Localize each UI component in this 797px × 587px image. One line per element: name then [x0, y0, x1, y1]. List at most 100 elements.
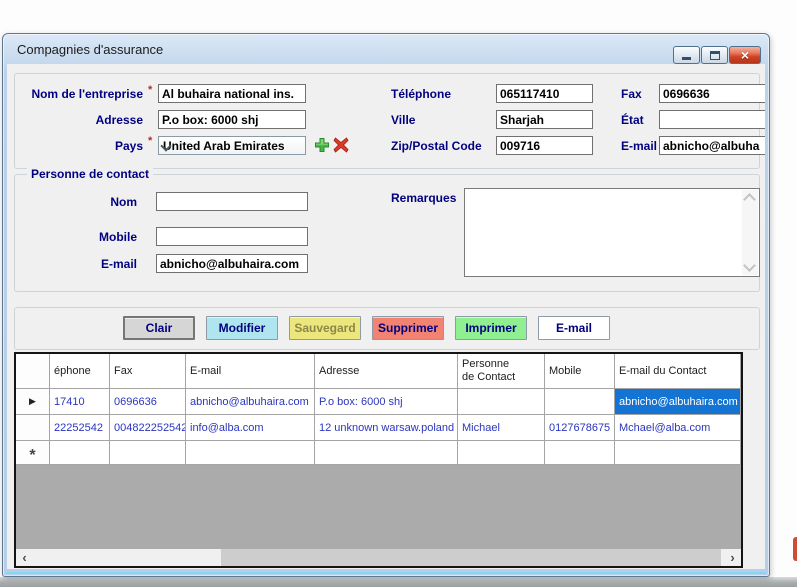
email-label: E-mail	[621, 139, 661, 153]
clear-button[interactable]: Clair	[123, 316, 195, 340]
chevron-down-icon	[743, 259, 756, 272]
column-header[interactable]: Mobile	[545, 354, 615, 388]
data-grid: éphoneFaxE-mailAdressePersonne de Contac…	[14, 352, 743, 568]
email-button[interactable]: E-mail	[538, 316, 610, 340]
country-label: Pays	[13, 139, 143, 153]
grid-cell[interactable]	[458, 389, 545, 414]
state-input[interactable]	[659, 110, 765, 129]
contact-email-input[interactable]	[156, 254, 308, 273]
grid-header-row: éphoneFaxE-mailAdressePersonne de Contac…	[16, 354, 741, 389]
grid-cell[interactable]: Michael	[458, 415, 545, 440]
contact-email-label: E-mail	[13, 257, 137, 271]
fax-input[interactable]	[659, 84, 765, 103]
email-input[interactable]	[659, 136, 765, 155]
required-asterisk: *	[148, 84, 152, 96]
screen: Compagnies d'assurance × Nom de l'entrep…	[0, 0, 797, 587]
row-header[interactable]	[16, 415, 50, 440]
background-window-strip	[0, 577, 797, 587]
grid-cell[interactable]	[545, 441, 615, 464]
remarks-scrollbar[interactable]	[742, 190, 758, 275]
phone-label: Téléphone	[391, 87, 491, 101]
table-row: *	[16, 441, 741, 465]
grid-cell[interactable]	[615, 441, 741, 464]
contact-group-title: Personne de contact	[27, 167, 153, 181]
window-controls: ×	[673, 46, 761, 64]
grid-cell[interactable]	[545, 389, 615, 414]
grid-cell[interactable]	[110, 441, 186, 464]
close-icon: ×	[741, 48, 749, 62]
contact-name-label: Nom	[13, 195, 137, 209]
grid-cell[interactable]: info@alba.com	[186, 415, 315, 440]
chevron-up-icon	[743, 193, 756, 206]
window-title: Compagnies d'assurance	[17, 42, 163, 57]
scroll-left-button[interactable]: ‹	[16, 549, 33, 566]
grid-cell[interactable]: Mchael@alba.com	[615, 415, 741, 440]
modify-button[interactable]: Modifier	[206, 316, 278, 340]
close-button[interactable]: ×	[729, 46, 761, 64]
grid-cell[interactable]: 22252542	[50, 415, 110, 440]
new-row-asterisk-icon: *	[29, 448, 35, 464]
scrollbar-thumb[interactable]	[221, 549, 721, 566]
column-header[interactable]: E-mail du Contact	[615, 354, 741, 388]
delete-country-button[interactable]	[333, 137, 349, 153]
chevron-right-icon: ›	[730, 550, 734, 565]
maximize-button[interactable]	[701, 46, 728, 64]
phone-input[interactable]	[496, 84, 593, 103]
remarks-textarea[interactable]	[464, 188, 760, 277]
minimize-button[interactable]	[673, 46, 700, 64]
maximize-icon	[710, 51, 720, 60]
grid-cell[interactable]: abnicho@albuhaira.com	[615, 389, 741, 414]
scroll-right-button[interactable]: ›	[724, 549, 741, 566]
table-row: ▶174100696636abnicho@albuhaira.comP.o bo…	[16, 389, 741, 415]
client-area: Nom de l'entreprise * Adresse Pays * Uni…	[7, 64, 765, 569]
city-label: Ville	[391, 113, 491, 127]
grid-cell[interactable]: 0127678675	[545, 415, 615, 440]
save-button[interactable]: Sauvegard	[289, 316, 361, 340]
company-name-input[interactable]	[158, 84, 306, 103]
zip-label: Zip/Postal Code	[391, 139, 494, 153]
contact-mobile-input[interactable]	[156, 227, 308, 246]
grid-cell[interactable]: 17410	[50, 389, 110, 414]
grid-cell[interactable]: 12 unknown warsaw.poland	[315, 415, 458, 440]
zip-input[interactable]	[496, 136, 593, 155]
chevron-left-icon: ‹	[22, 550, 26, 565]
grid-cell[interactable]	[50, 441, 110, 464]
app-window: Compagnies d'assurance × Nom de l'entrep…	[2, 33, 770, 577]
country-selected-value: United Arab Emirates	[163, 139, 285, 153]
state-label: État	[621, 113, 661, 127]
grid-cell[interactable]: 0696636	[110, 389, 186, 414]
grid-cell[interactable]: abnicho@albuhaira.com	[186, 389, 315, 414]
titlebar[interactable]: Compagnies d'assurance ×	[3, 34, 769, 64]
contact-mobile-label: Mobile	[13, 230, 137, 244]
column-header[interactable]: Adresse	[315, 354, 458, 388]
minimize-icon	[682, 57, 691, 60]
add-country-button[interactable]	[314, 137, 330, 153]
row-arrow-icon: ▶	[29, 397, 36, 406]
new-row-indicator[interactable]: *	[16, 441, 50, 464]
city-input[interactable]	[496, 110, 593, 129]
contact-name-input[interactable]	[156, 192, 308, 211]
delete-button[interactable]: Supprimer	[372, 316, 444, 340]
required-asterisk: *	[148, 135, 152, 147]
grid-body: ▶174100696636abnicho@albuhaira.comP.o bo…	[16, 389, 741, 465]
company-name-label: Nom de l'entreprise	[13, 87, 143, 101]
grid-horizontal-scrollbar[interactable]: ‹ ›	[16, 549, 741, 566]
grid-cell[interactable]	[186, 441, 315, 464]
red-x-icon	[333, 137, 349, 153]
address-input[interactable]	[158, 110, 306, 129]
column-header[interactable]: E-mail	[186, 354, 315, 388]
grid-cell[interactable]: P.o box: 6000 shj	[315, 389, 458, 414]
current-row-indicator[interactable]: ▶	[16, 389, 50, 414]
column-header[interactable]: éphone	[50, 354, 110, 388]
print-button[interactable]: Imprimer	[455, 316, 527, 340]
fax-label: Fax	[621, 87, 661, 101]
grid-cell[interactable]	[315, 441, 458, 464]
address-label: Adresse	[13, 113, 143, 127]
column-header[interactable]: Personne de Contact	[458, 354, 545, 388]
grid-cell[interactable]	[458, 441, 545, 464]
grid-corner-cell	[16, 354, 50, 388]
column-header[interactable]: Fax	[110, 354, 186, 388]
grid-cell[interactable]: 004822252542	[110, 415, 186, 440]
country-dropdown[interactable]: United Arab Emirates	[158, 136, 306, 155]
action-buttons-row: Clair Modifier Sauvegard Supprimer Imprimer E…	[123, 316, 610, 340]
